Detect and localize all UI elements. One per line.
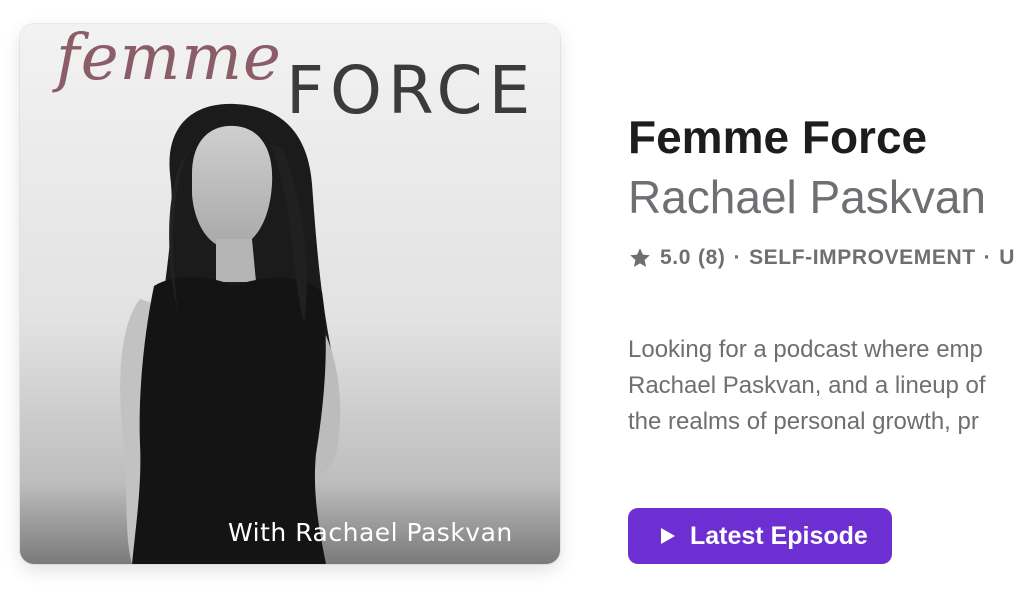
- artwork-caps-title: FORCE: [286, 52, 537, 129]
- rating-count: (8): [698, 246, 726, 269]
- latest-episode-label: Latest Episode: [690, 521, 868, 550]
- meta-separator-2: ·: [983, 246, 992, 269]
- category-link[interactable]: SELF-IMPROVEMENT: [749, 246, 976, 270]
- description-line-3: the realms of personal growth, pr: [628, 408, 979, 435]
- podcast-artwork: femme FORCE With Rachael Paskvan: [20, 24, 560, 564]
- show-description: Looking for a podcast where emp Rachael …: [628, 332, 986, 440]
- latest-episode-button[interactable]: Latest Episode: [628, 508, 892, 564]
- rating-value: 5.0: [660, 246, 691, 269]
- meta-trailing-text: U: [999, 246, 1016, 269]
- meta-separator: ·: [733, 246, 742, 269]
- artwork-script-title: femme: [56, 24, 282, 95]
- artwork-byline: With Rachael Paskvan: [228, 518, 513, 547]
- description-line-1: Looking for a podcast where emp: [628, 336, 983, 363]
- show-author-link[interactable]: Rachael Paskvan: [628, 170, 986, 225]
- star-icon: [630, 248, 650, 267]
- description-line-2: Rachael Paskvan, and a lineup of: [628, 372, 986, 399]
- show-title: Femme Force: [628, 111, 928, 163]
- play-icon: [661, 528, 675, 544]
- show-meta-row: 5.0 (8) · SELF-IMPROVEMENT · U: [628, 246, 1015, 270]
